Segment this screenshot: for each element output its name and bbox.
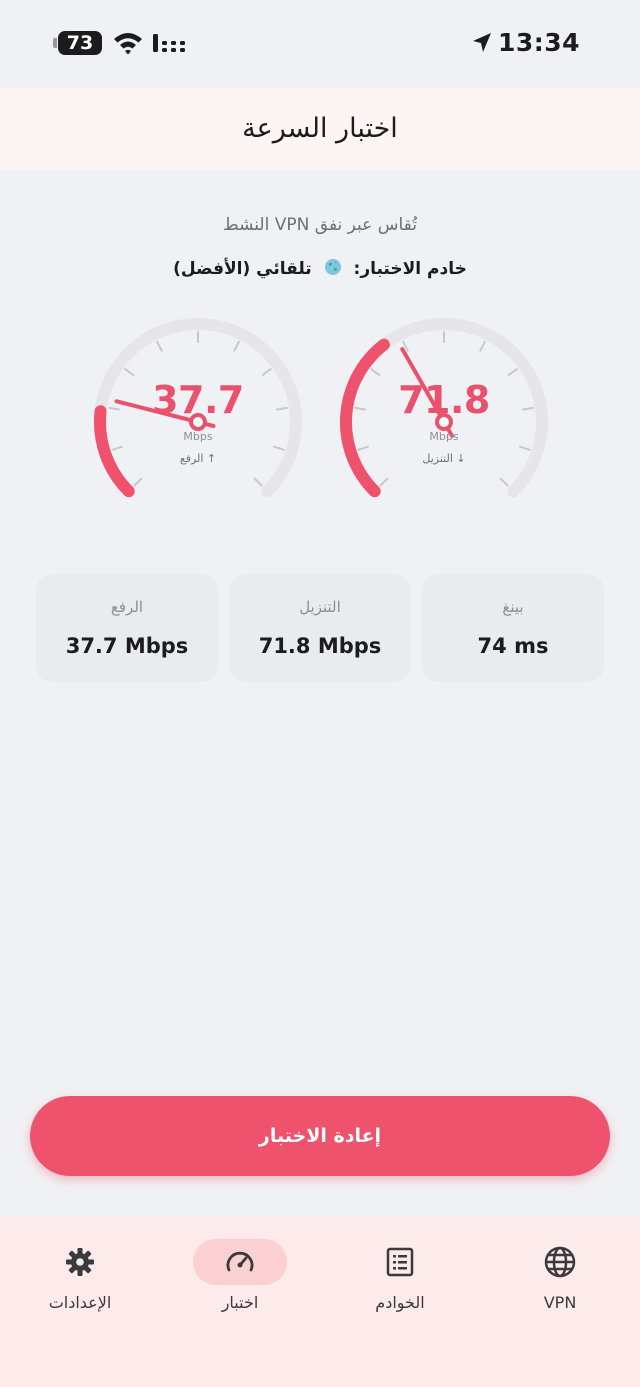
upload-label: الرفع [110,598,144,616]
upload-card: الرفع 37.7 Mbps [36,574,218,682]
gauge-tick [370,368,381,376]
gauge-tick [479,340,486,352]
location-arrow-icon [470,31,494,59]
gauge-tick [273,445,285,451]
gauge-tick [357,445,369,451]
download-gauge-label: ↓ التنزيل [422,452,466,465]
ping-card: بينغ 74 ms [422,574,604,682]
gauge-tick [519,445,531,451]
upload-value: 37.7 Mbps [65,634,189,658]
nav-item-settings[interactable]: الإعدادات [0,1217,160,1337]
status-time: 13:34 [498,28,581,57]
globe-icon [324,258,342,279]
nav-label-vpn: VPN [543,1293,577,1312]
battery-indicator: 73 [58,31,102,55]
test-server-row[interactable]: خادم الاختبار: تلقائي (الأفضل) [0,258,640,279]
download-gauge-value: 71.8 [398,378,490,422]
signal-icon [152,33,188,57]
bottom-nav: VPN الخوادم اختبار الإعدادات [0,1217,640,1387]
status-bar: 73 13:34 [0,0,640,88]
download-gauge-unit: Mbps [429,430,459,443]
gauge-tick [507,368,518,376]
speedometer-icon [226,1251,254,1272]
gauge-tick [156,340,163,352]
nav-item-servers[interactable]: الخوادم [320,1217,480,1337]
gauge-tick [499,477,509,487]
upload-gauge-value: 37.7 [152,378,244,422]
download-label: التنزيل [299,598,341,616]
download-card: التنزيل 71.8 Mbps [229,574,411,682]
nav-item-test[interactable]: اختبار [160,1217,320,1337]
wifi-icon [112,30,144,60]
gauge-tick [133,477,143,487]
upload-gauge: 37.7 Mbps ↑ الرفع [88,312,308,512]
page-title: اختبار السرعة [242,113,398,144]
upload-gauge-unit: Mbps [183,430,213,443]
globe-icon [544,1246,576,1278]
measurement-note: تُقاس عبر نفق VPN النشط [223,215,417,235]
server-label: خادم الاختبار: [353,259,467,279]
battery-nub [53,38,57,48]
gear-icon [66,1248,94,1276]
gauge-tick [261,368,272,376]
gauge-tick [124,368,135,376]
nav-label-servers: الخوادم [375,1293,425,1312]
nav-label-settings: الإعدادات [48,1293,112,1312]
server-value: تلقائي (الأفضل) [173,259,312,279]
gauge-tick [111,445,123,451]
download-value: 71.8 Mbps [258,634,382,658]
gauge-tick [253,477,263,487]
app-header: اختبار السرعة [0,88,640,170]
gauge-tick [379,477,389,487]
retest-button[interactable]: إعادة الاختبار [30,1096,610,1176]
list-icon [386,1247,414,1277]
upload-gauge-label: ↑ الرفع [179,452,217,465]
ping-label: بينغ [502,598,524,616]
ping-value: 74 ms [477,634,549,658]
gauge-tick [233,340,240,352]
nav-label-test: اختبار [221,1293,259,1312]
download-gauge: 71.8 Mbps ↓ التنزيل [334,312,554,512]
nav-item-vpn[interactable]: VPN [480,1217,640,1337]
